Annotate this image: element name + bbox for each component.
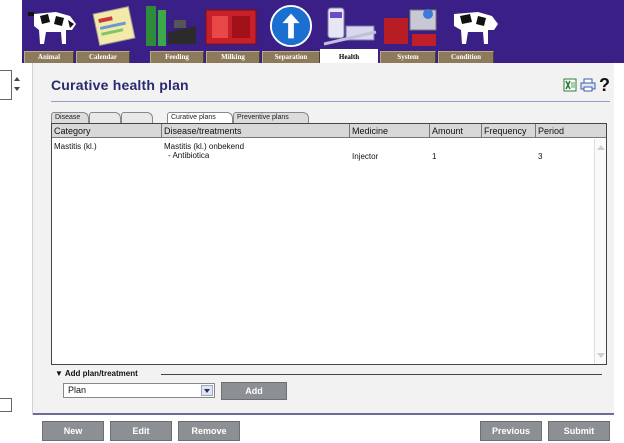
- side-panel-frame: [0, 70, 12, 100]
- col-category[interactable]: Category: [52, 124, 162, 138]
- cell-medicine: Injector: [352, 152, 379, 161]
- nav-tab-system[interactable]: System: [380, 51, 436, 63]
- col-frequency[interactable]: Frequency: [482, 124, 536, 138]
- milking-icon[interactable]: [202, 4, 260, 48]
- title-divider: [51, 101, 610, 102]
- cell-amount: 1: [432, 152, 437, 161]
- left-strip: [0, 63, 22, 443]
- scroll-down-icon[interactable]: [597, 353, 605, 358]
- nav-tab-calendar[interactable]: Calendar: [76, 51, 130, 63]
- condition-cow-icon[interactable]: [448, 4, 502, 48]
- cell-treatment: - Antibiotica: [168, 151, 210, 160]
- table-scrollbar[interactable]: [594, 139, 606, 364]
- cell-disease: Mastitis (kl.) onbekend: [164, 142, 245, 151]
- main-panel: Curative health plan ? Disease Curative …: [32, 63, 614, 415]
- feeding-icon[interactable]: [144, 4, 198, 48]
- curative-plans-table: Category Disease/treatments Medicine Amo…: [51, 123, 607, 365]
- plan-select-value: Plan: [68, 385, 87, 395]
- col-disease-treatments[interactable]: Disease/treatments: [162, 124, 350, 138]
- collapse-up-icon: [14, 77, 20, 81]
- side-input-frame[interactable]: [0, 398, 12, 412]
- col-period[interactable]: Period: [536, 124, 594, 138]
- cow-icon[interactable]: [26, 4, 82, 48]
- col-medicine[interactable]: Medicine: [350, 124, 430, 138]
- nav-tab-separation[interactable]: Separation: [262, 51, 320, 63]
- new-button[interactable]: New: [42, 421, 104, 441]
- nav-tab-animal[interactable]: Animal: [24, 51, 74, 63]
- nav-tab-feeding[interactable]: Feeding: [150, 51, 204, 63]
- top-navigation-banner: Animal Calendar Feeding Milking Separati…: [22, 0, 624, 63]
- submit-button[interactable]: Submit: [548, 421, 610, 441]
- remove-button[interactable]: Remove: [178, 421, 240, 441]
- panel-collapse-handle[interactable]: [14, 75, 20, 95]
- cell-period: 3: [538, 152, 543, 161]
- excel-export-icon[interactable]: [563, 78, 577, 92]
- print-icon[interactable]: [580, 78, 596, 92]
- add-button[interactable]: Add: [221, 382, 287, 400]
- add-section-divider: [161, 374, 602, 375]
- title-toolbar: ?: [563, 75, 610, 95]
- help-icon[interactable]: ?: [599, 76, 610, 94]
- plan-type-select[interactable]: Plan: [63, 383, 215, 398]
- collapse-down-icon: [14, 87, 20, 91]
- scroll-up-icon[interactable]: [597, 145, 605, 150]
- previous-button[interactable]: Previous: [480, 421, 542, 441]
- separation-icon[interactable]: [268, 4, 314, 48]
- cell-category: Mastitis (kl.): [54, 142, 97, 151]
- nav-tab-health[interactable]: Health: [320, 49, 378, 63]
- system-icon[interactable]: [382, 4, 440, 48]
- table-header: Category Disease/treatments Medicine Amo…: [52, 124, 606, 138]
- nav-tab-milking[interactable]: Milking: [206, 51, 260, 63]
- calendar-icon[interactable]: [90, 4, 138, 48]
- chevron-down-icon[interactable]: [201, 385, 213, 396]
- health-icon[interactable]: [322, 4, 378, 48]
- page-title: Curative health plan: [51, 77, 189, 93]
- add-plan-treatment-header[interactable]: ▼ Add plan/treatment: [55, 369, 138, 378]
- panel-bottom-divider: [33, 413, 614, 415]
- col-amount[interactable]: Amount: [430, 124, 482, 138]
- nav-tab-condition[interactable]: Condition: [438, 51, 494, 63]
- edit-button[interactable]: Edit: [110, 421, 172, 441]
